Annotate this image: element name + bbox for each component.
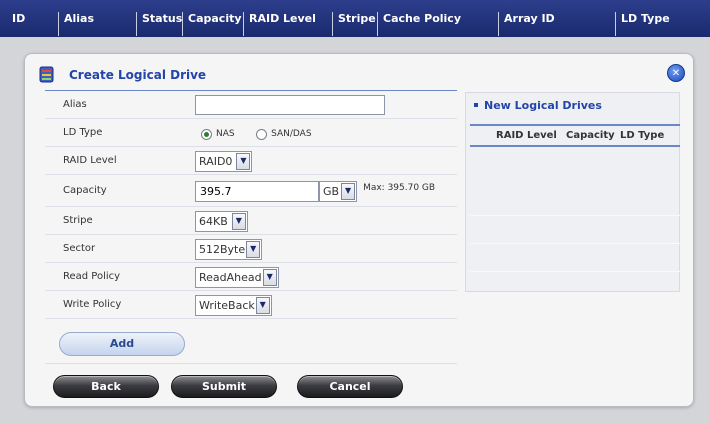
read-policy-value: ReadAhead xyxy=(199,271,262,284)
database-icon xyxy=(39,66,54,83)
divider xyxy=(470,215,680,216)
ld-type-nas-label: NAS xyxy=(216,129,235,139)
stripe-value: 64KB xyxy=(199,215,228,228)
stripe-label: Stripe xyxy=(63,215,93,226)
chevron-down-icon: ▼ xyxy=(341,183,356,200)
column-header-status[interactable]: Status xyxy=(136,0,182,37)
alias-label: Alias xyxy=(63,99,87,110)
dialog-title: Create Logical Drive xyxy=(69,68,207,82)
divider xyxy=(470,271,680,272)
capacity-row: Capacity GB▼ Max: 395.70 GB xyxy=(45,175,457,207)
ld-type-nas-radio[interactable] xyxy=(201,128,212,140)
read-policy-label: Read Policy xyxy=(63,271,121,282)
stripe-select[interactable]: 64KB ▼ xyxy=(195,211,248,232)
column-header-ld-type[interactable]: LD Type xyxy=(615,0,670,37)
column-header-cache-policy[interactable]: Cache Policy xyxy=(377,0,461,37)
table-header-bar: ID Alias Status Capacity RAID Level Stri… xyxy=(0,0,710,37)
ld-type-label: LD Type xyxy=(63,127,103,138)
ld-type-row: LD Type NAS SAN/DAS xyxy=(45,119,457,147)
column-header-array-id[interactable]: Array ID xyxy=(498,0,555,37)
read-policy-row: Read Policy ReadAhead ▼ xyxy=(45,263,457,291)
new-logical-drives-title: New Logical Drives xyxy=(470,99,602,112)
chevron-down-icon: ▼ xyxy=(231,213,246,230)
write-policy-select[interactable]: WriteBack ▼ xyxy=(195,295,272,316)
write-policy-label: Write Policy xyxy=(63,299,122,310)
divider xyxy=(470,243,680,244)
column-header-raid-level[interactable]: RAID Level xyxy=(243,0,316,37)
chevron-down-icon: ▼ xyxy=(236,153,251,170)
cancel-button[interactable]: Cancel xyxy=(297,375,403,398)
write-policy-row: Write Policy WriteBack ▼ xyxy=(45,291,457,319)
submit-button[interactable]: Submit xyxy=(171,375,277,398)
chevron-down-icon: ▼ xyxy=(262,269,277,286)
new-drives-table-header: RAID Level Capacity LD Type xyxy=(470,124,680,147)
capacity-max: Max: 395.70 GB xyxy=(363,183,436,193)
column-header-alias[interactable]: Alias xyxy=(58,0,94,37)
sector-select[interactable]: 512Byte ▼ xyxy=(195,239,263,260)
form-area: Alias LD Type NAS SAN/DAS RAID Level RAI… xyxy=(45,90,457,364)
sector-label: Sector xyxy=(63,243,96,254)
alias-input[interactable] xyxy=(195,95,385,115)
sector-row: Sector 512Byte ▼ xyxy=(45,235,457,263)
chevron-down-icon: ▼ xyxy=(255,297,270,314)
bullet-icon xyxy=(474,103,478,107)
sector-value: 512Byte xyxy=(199,243,246,256)
capacity-input[interactable] xyxy=(195,181,319,202)
new-logical-drives-panel: New Logical Drives RAID Level Capacity L… xyxy=(465,92,680,292)
ld-type-san-radio[interactable] xyxy=(256,128,268,140)
capacity-label: Capacity xyxy=(63,185,107,196)
create-logical-drive-dialog: Create Logical Drive ✕ Alias LD Type NAS… xyxy=(24,53,694,407)
side-header-raid-level: RAID Level xyxy=(496,130,557,141)
back-button[interactable]: Back xyxy=(53,375,159,398)
stripe-row: Stripe 64KB ▼ xyxy=(45,207,457,235)
side-header-ld-type: LD Type xyxy=(620,130,665,141)
add-button[interactable]: Add xyxy=(59,332,185,356)
side-title-text: New Logical Drives xyxy=(484,99,602,112)
read-policy-select[interactable]: ReadAhead ▼ xyxy=(195,267,279,288)
capacity-unit-select[interactable]: GB ▼ xyxy=(319,181,358,202)
write-policy-value: WriteBack xyxy=(199,299,255,312)
alias-row: Alias xyxy=(45,91,457,119)
chevron-down-icon: ▼ xyxy=(246,241,261,258)
raid-level-value: RAID0 xyxy=(199,155,233,168)
raid-level-select[interactable]: RAID0 ▼ xyxy=(195,151,253,172)
column-header-stripe[interactable]: Stripe xyxy=(332,0,376,37)
side-header-capacity: Capacity xyxy=(566,130,615,141)
raid-level-label: RAID Level xyxy=(63,155,117,166)
capacity-unit-value: GB xyxy=(323,185,340,198)
column-header-capacity[interactable]: Capacity xyxy=(182,0,242,37)
raid-level-row: RAID Level RAID0 ▼ xyxy=(45,147,457,175)
close-icon[interactable]: ✕ xyxy=(667,64,685,82)
column-header-id[interactable]: ID xyxy=(6,0,25,37)
ld-type-san-label: SAN/DAS xyxy=(271,129,312,139)
